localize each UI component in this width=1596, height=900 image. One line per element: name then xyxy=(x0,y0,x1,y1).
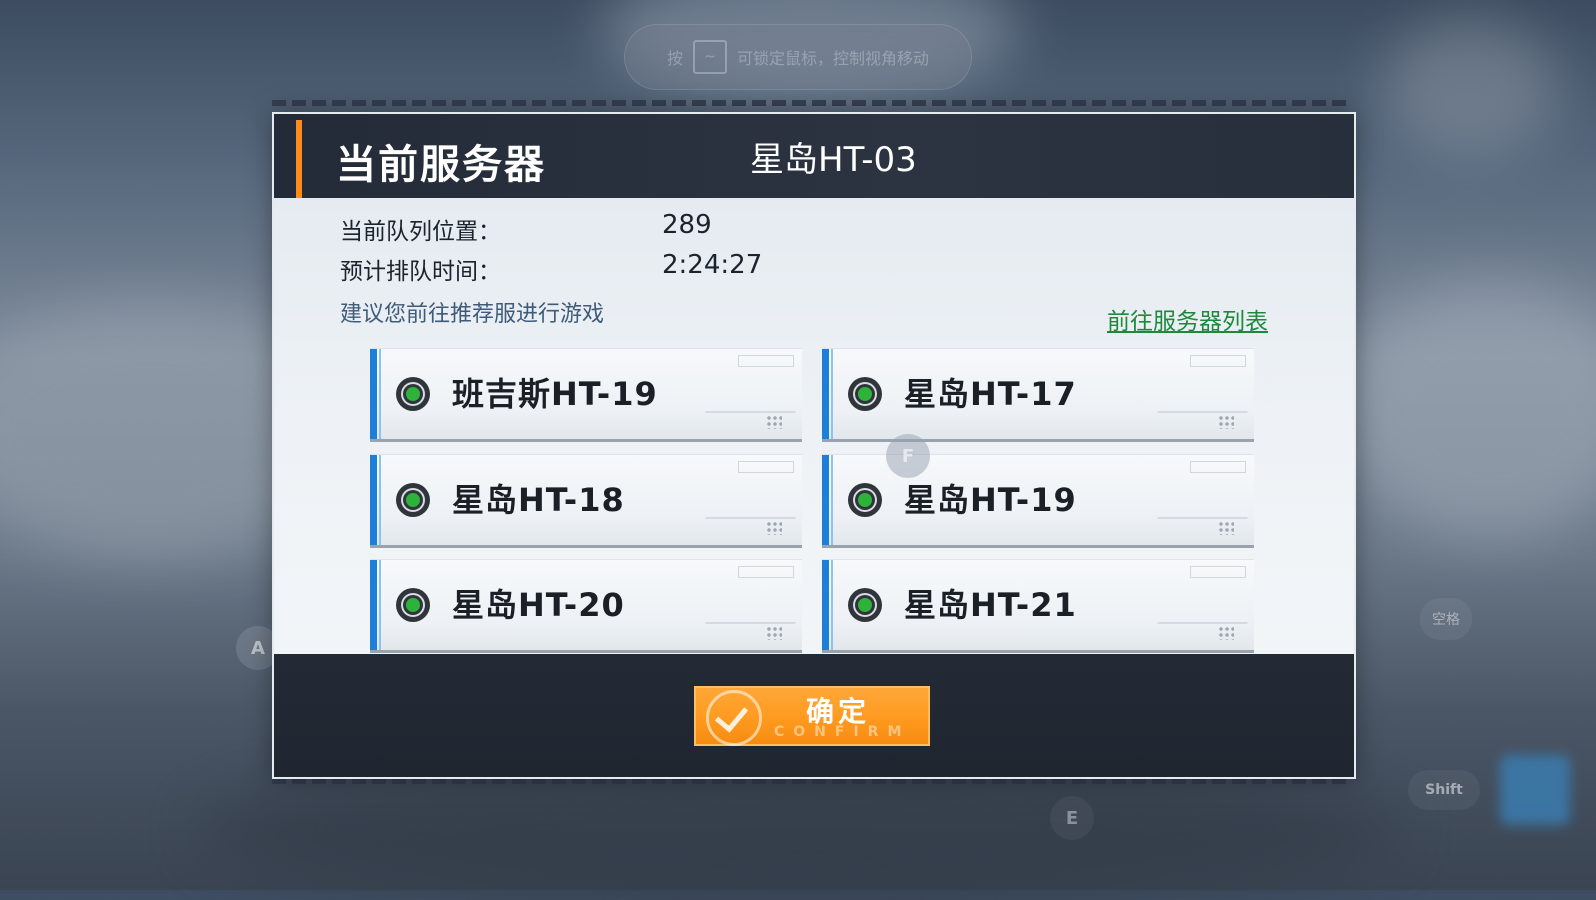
recommend-hint: 建议您前往推荐服进行游戏 xyxy=(340,302,605,327)
server-tag-decoration xyxy=(1190,566,1246,578)
queue-eta-label: 预计排队时间： xyxy=(340,259,501,285)
server-accent-line xyxy=(831,349,833,439)
server-status-icon xyxy=(396,377,430,411)
server-accent-bar xyxy=(370,560,377,650)
server-dots-decoration xyxy=(766,521,782,535)
server-option[interactable]: 星岛HT-19 xyxy=(822,454,1254,545)
server-accent-bar xyxy=(822,455,829,545)
server-dots-decoration xyxy=(766,415,782,429)
checkmark-icon xyxy=(706,690,762,746)
server-accent-bar xyxy=(370,455,377,545)
server-tag-decoration xyxy=(1190,355,1246,367)
server-name: 星岛HT-17 xyxy=(904,375,1077,413)
server-status-icon xyxy=(848,483,882,517)
queue-position-value: 289 xyxy=(662,210,712,240)
server-status-icon xyxy=(396,588,430,622)
server-option[interactable]: 班吉斯HT-19 xyxy=(370,348,802,439)
server-name: 星岛HT-20 xyxy=(452,586,625,624)
queue-position-label: 当前队列位置： xyxy=(340,219,501,245)
current-server-name: 星岛HT-03 xyxy=(750,140,917,180)
key-f-button[interactable]: F xyxy=(886,434,930,478)
key-e-button[interactable]: E xyxy=(1050,796,1094,840)
server-accent-bar xyxy=(822,349,829,439)
server-status-icon xyxy=(396,483,430,517)
background-blur xyxy=(1380,20,1560,160)
header-accent-bar xyxy=(296,120,302,198)
server-option[interactable]: 星岛HT-17 xyxy=(822,348,1254,439)
confirm-sublabel: CONFIRM xyxy=(774,724,911,740)
server-accent-line xyxy=(379,455,381,545)
server-option[interactable]: 星岛HT-20 xyxy=(370,559,802,650)
key-space-button[interactable]: 空格 xyxy=(1420,598,1472,640)
dialog-title: 当前服务器 xyxy=(336,142,546,188)
server-option[interactable]: 星岛HT-21 xyxy=(822,559,1254,650)
hint-prefix: 按 xyxy=(666,49,683,68)
server-name: 班吉斯HT-19 xyxy=(452,375,658,413)
background-blur xyxy=(1340,280,1596,540)
server-accent-bar xyxy=(822,560,829,650)
server-name: 星岛HT-18 xyxy=(452,481,625,519)
server-accent-line xyxy=(379,560,381,650)
server-accent-bar xyxy=(370,349,377,439)
server-list-link[interactable]: 前往服务器列表 xyxy=(1107,302,1268,336)
server-name: 星岛HT-19 xyxy=(904,481,1077,519)
server-tag-decoration xyxy=(738,566,794,578)
dialog-footer: 确定 CONFIRM xyxy=(274,654,1354,777)
server-option[interactable]: 星岛HT-18 xyxy=(370,454,802,545)
server-dots-decoration xyxy=(766,626,782,640)
server-status-icon xyxy=(848,377,882,411)
server-accent-line xyxy=(831,560,833,650)
server-tag-decoration xyxy=(738,461,794,473)
server-dots-decoration xyxy=(1218,415,1234,429)
server-tag-decoration xyxy=(738,355,794,367)
server-accent-line xyxy=(831,455,833,545)
hint-text: 可锁定鼠标，控制视角移动 xyxy=(737,49,930,68)
mouse-lock-hint: 按 ~ 可锁定鼠标，控制视角移动 xyxy=(624,24,972,90)
tilde-key-icon: ~ xyxy=(693,40,727,74)
server-accent-line xyxy=(379,349,381,439)
confirm-button[interactable]: 确定 CONFIRM xyxy=(694,686,930,746)
server-dots-decoration xyxy=(1218,626,1234,640)
server-dots-decoration xyxy=(1218,521,1234,535)
server-status-icon xyxy=(848,588,882,622)
skill-slot-icon xyxy=(1500,755,1570,825)
queue-eta-value: 2:24:27 xyxy=(662,250,763,280)
dialog-body: 当前队列位置： 289 预计排队时间： 2:24:27 建议您前往推荐服进行游戏… xyxy=(274,198,1354,654)
server-tag-decoration xyxy=(1190,461,1246,473)
queue-dialog: 当前服务器 星岛HT-03 当前队列位置： 289 预计排队时间： 2:24:2… xyxy=(272,112,1356,779)
key-shift-button[interactable]: Shift xyxy=(1408,770,1480,810)
dialog-header: 当前服务器 星岛HT-03 xyxy=(274,114,1354,198)
server-name: 星岛HT-21 xyxy=(904,586,1077,624)
frame-decoration xyxy=(272,100,1352,106)
